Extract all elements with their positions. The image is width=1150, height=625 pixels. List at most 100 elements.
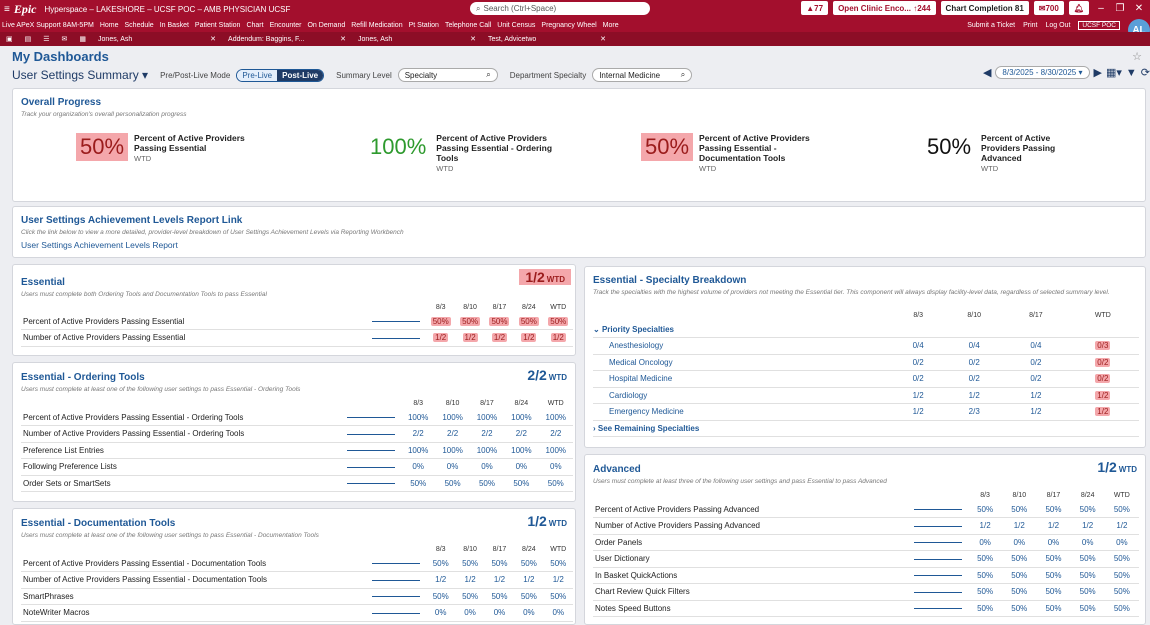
prev-range-icon[interactable]: ◀ (983, 66, 991, 79)
close-icon[interactable]: ✕ (340, 35, 346, 43)
toolbar-item-patient-station[interactable]: Patient Station (195, 22, 241, 29)
favorite-star-icon[interactable]: ☆ (1132, 50, 1142, 63)
value-text: 50% (410, 478, 427, 488)
toolbar-item-chart[interactable]: Chart (246, 22, 263, 29)
toolbar-item-unit-census[interactable]: Unit Census (497, 22, 535, 29)
notifications-icon[interactable]: 🔔︎ (1068, 1, 1089, 15)
row-label: Percent of Active Providers Passing Adva… (593, 501, 908, 518)
summary-level-input[interactable]: Specialty ⌕ (397, 68, 498, 82)
toolbar-item-encounter[interactable]: Encounter (270, 22, 302, 29)
see-more-label[interactable]: › See Remaining Specialties (593, 420, 1139, 437)
tab-patient-1[interactable]: Jones, Ash ✕ (92, 32, 222, 46)
value-text: 50% (432, 558, 449, 568)
name-header (21, 397, 341, 409)
value-cell: 50% (426, 313, 456, 330)
inbox-tab-icon[interactable]: ✉ (56, 32, 74, 46)
pre-live-button[interactable]: Pre-Live (237, 69, 278, 81)
toolbar-item-on-demand[interactable]: On Demand (307, 22, 345, 29)
see-more-row[interactable]: › See Remaining Specialties (593, 420, 1139, 437)
value-text: 50% (1045, 570, 1062, 580)
inbox-badge[interactable]: ✉ 700 (1033, 1, 1064, 15)
table-row: Number of Active Providers Passing Essen… (21, 571, 573, 589)
post-live-button[interactable]: Post-Live (277, 69, 324, 81)
date-range-dropdown[interactable]: 8/3/2025 - 8/30/2025 ▾ (995, 66, 1090, 79)
value-text: 0/2 (1030, 374, 1042, 384)
value-text: 50% (444, 478, 461, 488)
toolbar-item-pt-station[interactable]: Pt Station (409, 22, 439, 29)
epic-logo[interactable]: Epic (14, 2, 37, 17)
next-range-icon[interactable]: ▶ (1094, 66, 1102, 79)
toolbar-item-refill[interactable]: Refill Medication (351, 22, 402, 29)
submit-ticket-button[interactable]: Submit a Ticket (967, 22, 1015, 29)
value-cell: 50% (1070, 501, 1105, 518)
value-cell: 0% (504, 458, 539, 476)
layout-icon[interactable]: ▦▾ (1106, 66, 1122, 79)
value-cell: 50% (1036, 600, 1071, 617)
value-text: 100% (476, 412, 498, 422)
trend-header (908, 489, 968, 501)
value-cell: 50% (514, 555, 544, 572)
value-text: 50% (1045, 603, 1062, 613)
column-header: 8/3 (413, 399, 424, 407)
tab-patient-3[interactable]: Jones, Ash ✕ (352, 32, 482, 46)
essential-table: 8/3 8/10 8/17 8/24 WTD Percent of Active Prov… (21, 301, 573, 347)
print-button[interactable]: Print (1023, 22, 1037, 29)
menu-icon[interactable]: ≡ (4, 4, 10, 15)
value-text: 50% (1079, 603, 1096, 613)
value-text: 1/2 (979, 521, 991, 531)
value-cell: 50% (1036, 583, 1071, 601)
table-row: Percent of Active Providers Passing Esse… (21, 313, 573, 330)
essential-card: Essential Users must complete both Order… (12, 264, 576, 356)
search-input[interactable]: ⌕ Search (Ctrl+Space) (470, 2, 650, 15)
value-cell: 50% (401, 475, 436, 492)
column-header: WTD (547, 399, 564, 407)
trend-sparkline (341, 442, 401, 459)
search-icon: ⌕ (476, 3, 481, 13)
restore-icon[interactable]: ❐ (1113, 3, 1127, 14)
chart-completion-badge[interactable]: Chart Completion 81 (940, 1, 1029, 15)
dept-specialty-input[interactable]: Internal Medicine ⌕ (592, 68, 693, 82)
logout-button[interactable]: Log Out (1045, 22, 1070, 29)
toolbar-item-telephone[interactable]: Telephone Call (445, 22, 491, 29)
close-icon[interactable]: ✕ (600, 35, 606, 43)
close-icon[interactable]: ✕ (210, 35, 216, 43)
home-tab-icon[interactable]: ▣ (0, 32, 19, 46)
alert-badge[interactable]: ▲ 77 (801, 1, 829, 15)
close-icon[interactable]: ✕ (470, 35, 476, 43)
column-header: 8/10 (967, 311, 982, 319)
value-cell: 0% (455, 604, 485, 622)
toolbar-item-pregnancy[interactable]: Pregnancy Wheel (541, 22, 596, 29)
trend-sparkline (908, 501, 968, 518)
summary-dropdown[interactable]: User Settings Summary ▾ (12, 68, 148, 82)
value-text: 50% (1011, 554, 1028, 564)
value-text: 0% (493, 608, 506, 618)
group-row[interactable]: ⌄ Priority Specialties (593, 321, 1139, 338)
tab-patient-4[interactable]: Test, Advicetwo ✕ (482, 32, 612, 46)
toolbar-item-home[interactable]: Home (100, 22, 119, 29)
value-cell: 50% (543, 555, 573, 572)
list-tab-icon[interactable]: ☰ (37, 32, 55, 46)
value-cell: 0% (543, 604, 573, 622)
value-text: 100% (545, 445, 567, 455)
doc-tab-icon[interactable]: ▤ (19, 32, 38, 46)
close-icon[interactable]: ✕ (1132, 3, 1146, 14)
report-link[interactable]: User Settings Achievement Levels Report (21, 240, 178, 250)
toolbar-item-support[interactable]: Live APeX Support 8AM-5PM (2, 22, 94, 29)
trend-sparkline (366, 329, 426, 347)
value-text: 1/2 (912, 390, 924, 400)
value-cell: 1/2 (1104, 517, 1139, 535)
filter-icon[interactable]: ▼ (1126, 67, 1137, 79)
value-text: 0/4 (912, 341, 924, 351)
minimize-icon[interactable]: – (1094, 3, 1108, 14)
value-cell: 50% (455, 588, 485, 605)
toolbar-item-inbasket[interactable]: In Basket (160, 22, 189, 29)
group-label[interactable]: ⌄ Priority Specialties (593, 321, 1139, 338)
tab-patient-2[interactable]: Addendum: Baggins, F... ✕ (222, 32, 352, 46)
toolbar-item-more[interactable]: More (603, 22, 619, 29)
value-cell: 50% (968, 567, 1003, 584)
open-clinic-badge[interactable]: Open Clinic Enco... ↑244 (833, 1, 936, 15)
refresh-icon[interactable]: ⟳ (1141, 66, 1150, 79)
value-text: 0/3 (1095, 341, 1111, 351)
toolbar-item-schedule[interactable]: Schedule (125, 22, 154, 29)
calendar-tab-icon[interactable]: ▦ (73, 32, 92, 46)
